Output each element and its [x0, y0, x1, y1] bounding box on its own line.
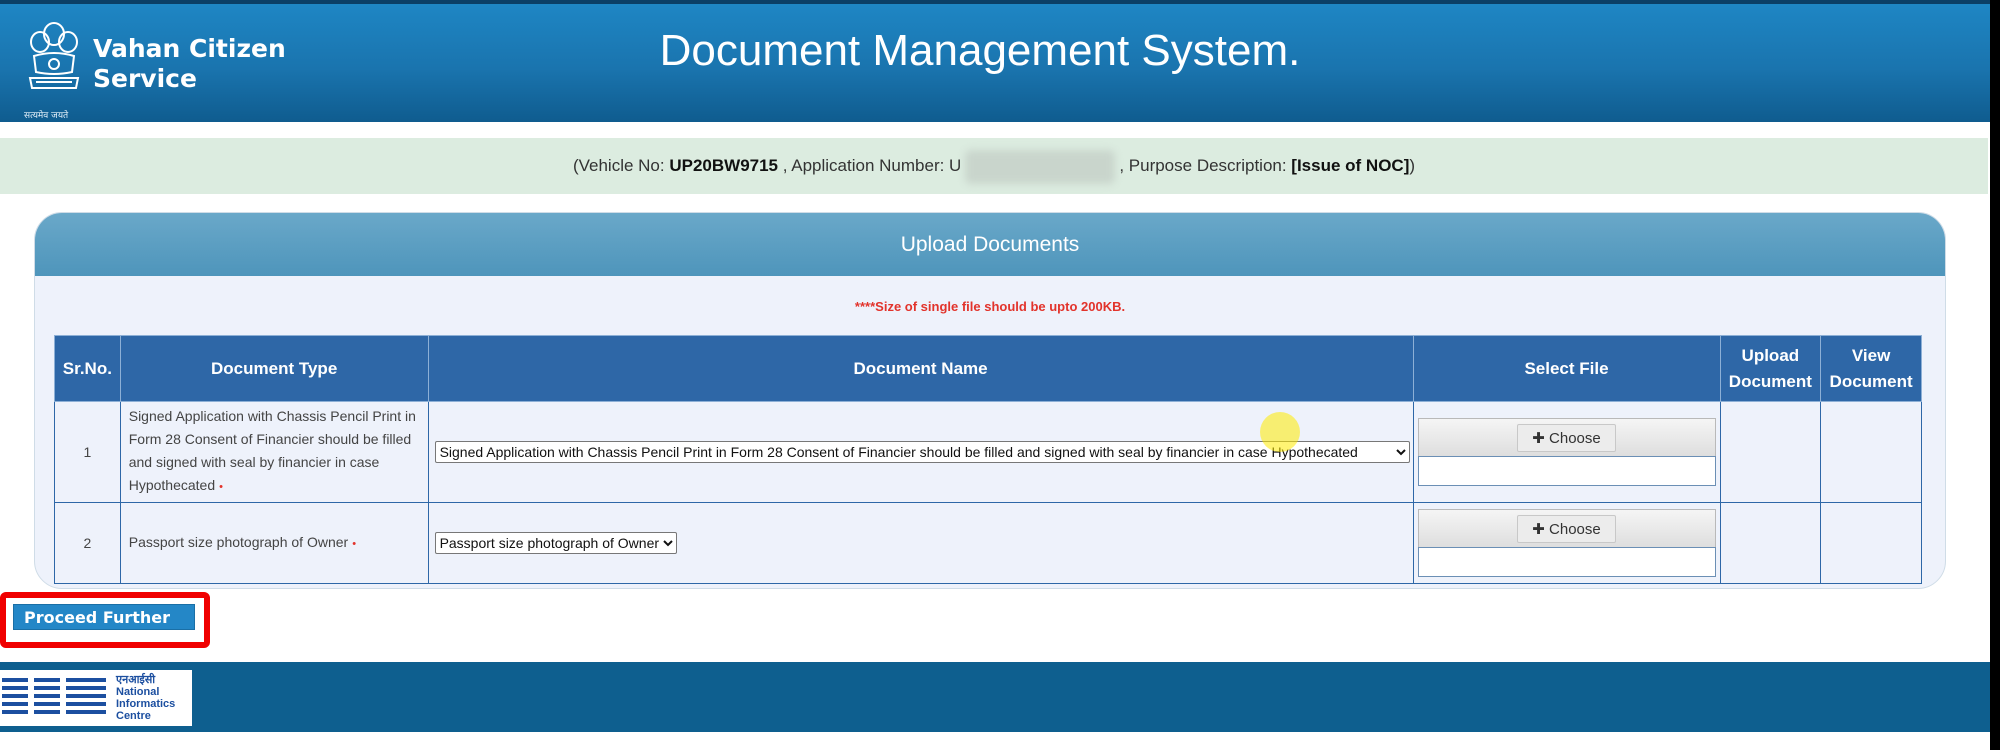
proceed-further-button[interactable]: Proceed Further [13, 604, 195, 630]
plus-icon: ✚ [1532, 429, 1550, 447]
row-select-file: ✚ Choose [1412, 502, 1721, 584]
application-info-bar: (Vehicle No: UP20BW9715 , Application Nu… [0, 138, 1988, 194]
nic-line-1: National [116, 686, 160, 698]
header-document-name: Document Name [427, 335, 1414, 402]
document-type-text: Passport size photograph of Owner [128, 533, 349, 550]
header-upload-line-1: Upload [1741, 345, 1800, 365]
row-view-document [1820, 502, 1922, 584]
row-document-type: Passport size photograph of Owner • [119, 502, 429, 584]
purpose-description: [Issue of NOC] [1291, 156, 1410, 175]
cursor-highlight [1260, 412, 1300, 452]
row-sr-no: 2 [54, 502, 121, 584]
row-view-document [1820, 401, 1922, 503]
required-marker: • [352, 537, 357, 550]
panel-title: Upload Documents [35, 213, 1945, 276]
choose-file-button[interactable]: ✚ Choose [1417, 509, 1716, 547]
nic-hindi: एनआईसी [116, 674, 156, 686]
application-number-label: , Application Number: [778, 156, 950, 175]
selected-file-field[interactable] [1417, 456, 1716, 486]
vehicle-number: UP20BW9715 [669, 156, 779, 175]
choose-label: Choose [1549, 429, 1601, 447]
table-row: 2 Passport size photograph of Owner • Pas… [54, 502, 1922, 584]
page-footer: एनआईसी National Informatics Centre [0, 662, 1990, 732]
plus-icon: ✚ [1532, 520, 1550, 538]
document-type-text: Signed Application with Chassis Pencil P… [128, 408, 416, 493]
choose-button-face[interactable]: ✚ Choose [1517, 423, 1616, 452]
proceed-highlight-box: Proceed Further [0, 592, 210, 648]
choose-file-button[interactable]: ✚ Choose [1417, 418, 1716, 456]
nic-logo: एनआईसी National Informatics Centre [0, 670, 192, 726]
row-upload-document [1719, 502, 1822, 584]
required-marker: • [219, 481, 223, 493]
file-size-warning: ****Size of single file should be upto 2… [854, 299, 1126, 314]
header-document-type: Document Type [119, 335, 429, 402]
table-row: 1 Signed Application with Chassis Pencil… [54, 401, 1922, 503]
application-number-partial: U [949, 156, 962, 175]
purpose-label: , Purpose Description: [1119, 156, 1292, 175]
nic-line-2: Informatics [116, 698, 176, 710]
nic-logo-mark-icon [2, 676, 106, 718]
choose-label: Choose [1549, 520, 1601, 538]
header-view-document: View Document [1820, 335, 1922, 402]
row-select-file: ✚ Choose [1412, 401, 1721, 503]
table-header-row: Sr.No. Document Type Document Name Selec… [54, 335, 1922, 402]
emblem-caption: सत्यमेव जयते [24, 111, 69, 121]
header-upload-line-2: Document [1728, 371, 1812, 391]
document-name-select[interactable]: Passport size photograph of Owner [434, 532, 677, 554]
page-title: Document Management System. [659, 26, 1301, 75]
nic-line-3: Centre [116, 710, 151, 722]
nic-text: एनआईसी National Informatics Centre [116, 674, 175, 722]
row-document-name: Passport size photograph of Owner [427, 502, 1414, 584]
app-header: सत्यमेव जयते Vahan Citizen Service Docum… [0, 0, 1990, 122]
upload-documents-panel: Upload Documents ****Size of single file… [34, 212, 1946, 589]
screen-edge [1990, 0, 2000, 750]
row-sr-no: 1 [54, 401, 121, 503]
info-prefix: (Vehicle No: [572, 156, 670, 175]
header-select-file: Select File [1412, 335, 1721, 402]
header-sr-no: Sr.No. [54, 335, 121, 402]
choose-button-face[interactable]: ✚ Choose [1517, 514, 1616, 543]
documents-table: Sr.No. Document Type Document Name Selec… [54, 335, 1922, 584]
header-view-line-2: Document [1829, 371, 1913, 391]
info-suffix: ) [1409, 156, 1416, 175]
header-view-line-1: View [1851, 345, 1891, 365]
row-upload-document [1719, 401, 1822, 503]
row-document-type: Signed Application with Chassis Pencil P… [119, 401, 429, 503]
selected-file-field[interactable] [1417, 547, 1716, 577]
redacted-application-number [965, 149, 1116, 184]
header-upload-document: Upload Document [1719, 335, 1822, 402]
